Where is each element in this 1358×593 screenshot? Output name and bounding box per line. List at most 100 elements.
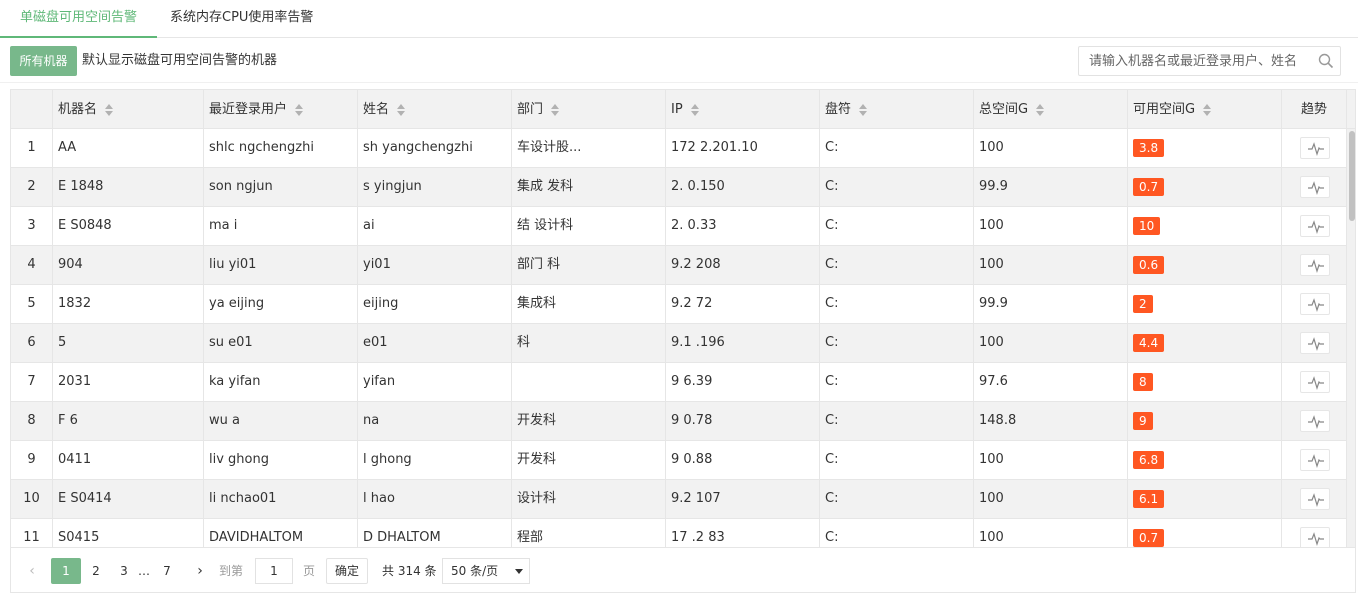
trend-button[interactable]: [1300, 332, 1330, 354]
page-size-select[interactable]: 50 条/页: [442, 558, 530, 584]
tab-disk-alert[interactable]: 单磁盘可用空间告警: [0, 0, 157, 38]
trend-button[interactable]: [1300, 293, 1330, 315]
scrollbar-thumb[interactable]: [1349, 131, 1355, 221]
cell-name: yifan: [358, 363, 512, 401]
cell-name: e01: [358, 324, 512, 362]
cell-total: 100: [974, 207, 1128, 245]
page-button-3[interactable]: 3: [113, 558, 135, 584]
sort-icon[interactable]: [1036, 103, 1045, 116]
prev-page-button[interactable]: ‹: [19, 558, 45, 584]
pulse-icon: [1308, 454, 1324, 468]
trend-button[interactable]: [1300, 527, 1330, 547]
col-ip[interactable]: IP: [666, 90, 820, 129]
cell-total: 148.8: [974, 402, 1128, 440]
col-total-space[interactable]: 总空间G: [974, 90, 1128, 129]
table-row[interactable]: 8F 6 wu a na 开发科 9 0.78 C: 148.8 9: [11, 402, 1347, 441]
table-row[interactable]: 1 AA shlc ngchengzhi sh yangchengzhi 车设计股...…: [11, 129, 1347, 168]
cell-dept: 集成科: [512, 285, 666, 323]
next-page-button[interactable]: ›: [187, 558, 213, 584]
cell-ip: 9 6.39: [666, 363, 820, 401]
pulse-icon: [1308, 298, 1324, 312]
free-space-badge: 4.4: [1133, 333, 1165, 352]
cell-machine: E S0414: [53, 480, 204, 518]
sort-icon[interactable]: [397, 103, 406, 116]
sort-icon[interactable]: [105, 103, 114, 116]
cell-name: yi01: [358, 246, 512, 284]
table-row[interactable]: 7 2031 ka yifan yifan 9 6.39 C: 97.6 8: [11, 363, 1347, 402]
cell-drive: C:: [820, 285, 974, 323]
free-space-badge: 3.8: [1133, 138, 1165, 157]
free-space-badge: 8: [1133, 372, 1153, 391]
free-space-badge: 9: [1133, 411, 1153, 430]
page-button-last[interactable]: 7: [155, 558, 179, 584]
trend-button[interactable]: [1300, 410, 1330, 432]
cell-name: l hao: [358, 480, 512, 518]
table-row[interactable]: 3E S0848 ma i ai 结 设计科 2. 0.33 C: 100 10: [11, 207, 1347, 246]
sort-icon[interactable]: [859, 103, 868, 116]
sort-icon[interactable]: [295, 103, 304, 116]
cell-dept: 开发科: [512, 402, 666, 440]
cell-drive: C:: [820, 519, 974, 547]
tab-memory-cpu-alert[interactable]: 系统内存CPU使用率告警: [170, 0, 313, 38]
cell-trend: [1282, 480, 1347, 518]
total-count: 共 314 条: [382, 564, 437, 578]
cell-total: 97.6: [974, 363, 1128, 401]
pulse-icon: [1308, 415, 1324, 429]
cell-free-space: 10: [1128, 207, 1282, 245]
col-full-name-label: 姓名: [363, 102, 390, 117]
table-row[interactable]: 2E 1848 son ngjun s yingjun 集成 发科 2. 0.150 C…: [11, 168, 1347, 207]
pulse-icon: [1308, 220, 1324, 234]
page-ellipsis: …: [138, 564, 150, 578]
cell-total: 99.9: [974, 168, 1128, 206]
col-last-user[interactable]: 最近登录用户: [204, 90, 358, 129]
sort-icon[interactable]: [690, 103, 699, 116]
page-button-2[interactable]: 2: [83, 558, 109, 584]
trend-button[interactable]: [1300, 488, 1330, 510]
search-icon[interactable]: [1318, 53, 1334, 69]
cell-drive: C:: [820, 441, 974, 479]
table-row[interactable]: 6 5 su e01 e01 科 9.1 .196 C: 100 4.4: [11, 324, 1347, 363]
cell-dept: 开发科: [512, 441, 666, 479]
table-row[interactable]: 9 0411 liv ghong l ghong 开发科 9 0.88 C: 100 6.8: [11, 441, 1347, 480]
goto-label: 到第: [219, 564, 244, 578]
cell-machine: E 1848: [53, 168, 204, 206]
cell-drive: C:: [820, 207, 974, 245]
trend-button[interactable]: [1300, 176, 1330, 198]
table-row[interactable]: 4 904 liu yi01 yi01 部门 科 9.2 208 C: 100 0.6: [11, 246, 1347, 285]
trend-button[interactable]: [1300, 137, 1330, 159]
goto-page-input[interactable]: [255, 558, 293, 584]
cell-total: 100: [974, 246, 1128, 284]
trend-button[interactable]: [1300, 215, 1330, 237]
cell-trend: [1282, 246, 1347, 284]
all-machines-button[interactable]: 所有机器: [10, 46, 77, 76]
col-drive[interactable]: 盘符: [820, 90, 974, 129]
col-machine-name[interactable]: 机器名: [53, 90, 204, 129]
cell-user: son ngjun: [204, 168, 358, 206]
sort-icon[interactable]: [1203, 103, 1212, 116]
page-button-1[interactable]: 1: [51, 558, 81, 584]
cell-free-space: 3.8: [1128, 129, 1282, 167]
col-full-name[interactable]: 姓名: [358, 90, 512, 129]
cell-trend: [1282, 519, 1347, 547]
goto-confirm-button[interactable]: 确定: [326, 558, 369, 584]
table-row[interactable]: 11 S0415 DAVIDHALTOM D DHALTOM 程部 17 .2 83 C:…: [11, 519, 1347, 547]
cell-free-space: 0.7: [1128, 168, 1282, 206]
table-row[interactable]: 10 E S0414 li nchao01 l hao 设计科 9.2 107 C: 100…: [11, 480, 1347, 519]
cell-user: shlc ngchengzhi: [204, 129, 358, 167]
col-free-space[interactable]: 可用空间G: [1128, 90, 1282, 129]
table-header: 机器名 最近登录用户 姓名 部门 IP 盘符 总空间G 可用空间G 趋势: [11, 90, 1355, 129]
col-department[interactable]: 部门: [512, 90, 666, 129]
cell-n: 2: [11, 168, 53, 206]
cell-total: 100: [974, 324, 1128, 362]
page-size-value: 50 条/页: [451, 564, 499, 578]
trend-button[interactable]: [1300, 254, 1330, 276]
cell-total: 100: [974, 480, 1128, 518]
search-input[interactable]: [1079, 47, 1311, 75]
pagination: ‹ 1 2 3 … 7 › 到第 页 确定 共 314 条 50 条/页: [10, 548, 1356, 593]
trend-button[interactable]: [1300, 371, 1330, 393]
table-row[interactable]: 5 1832 ya eijing eijing 集成科 9.2 72 C: 99.9 2: [11, 285, 1347, 324]
vertical-scrollbar[interactable]: [1347, 129, 1355, 547]
trend-button[interactable]: [1300, 449, 1330, 471]
cell-n: 3: [11, 207, 53, 245]
sort-icon[interactable]: [551, 103, 560, 116]
